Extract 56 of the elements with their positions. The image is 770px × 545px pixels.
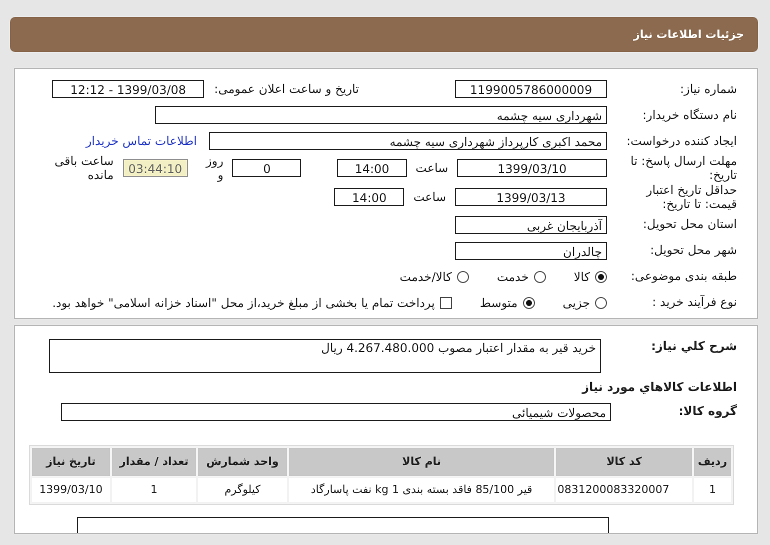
province-field: آذربایجان غربی bbox=[455, 216, 607, 234]
need-number-field: 1199005786000009 bbox=[455, 80, 607, 98]
announce-date-field: 1399/03/08 - 12:12 bbox=[52, 80, 204, 98]
radio-button[interactable] bbox=[456, 270, 469, 283]
column-header: واحد شمارش bbox=[198, 448, 287, 476]
radio-button[interactable] bbox=[595, 270, 607, 283]
checkbox[interactable] bbox=[440, 296, 452, 309]
field-label: ایجاد کننده درخواست: bbox=[625, 134, 737, 148]
radio-label: خدمت bbox=[496, 270, 529, 284]
field-label: استان محل تحویل: bbox=[642, 217, 737, 232]
field-label: مهلت ارسال پاسخ: تا تاریخ: bbox=[629, 154, 737, 183]
column-header: تاریخ نیاز bbox=[32, 448, 110, 476]
table-cell: 1399/03/10 bbox=[32, 478, 110, 502]
radio-button[interactable] bbox=[534, 270, 546, 283]
radio-button[interactable] bbox=[522, 296, 535, 309]
goods-group-field: محصولات شیمیائی bbox=[61, 402, 611, 421]
field-label: حداقل تاریخ اعتبار قیمت: تا تاریخ: bbox=[644, 182, 737, 212]
creator-field: محمد اکبری کارپرداز شهرداری سیه چشمه bbox=[209, 132, 607, 150]
radio-label: کالا bbox=[574, 270, 590, 284]
radio-label: متوسط bbox=[480, 296, 518, 310]
table-cell: کیلوگرم bbox=[198, 478, 287, 502]
field-label: نوع فرآیند خرید : bbox=[651, 295, 737, 310]
time-field: 14:00 bbox=[337, 159, 407, 178]
field-label: ساعت bbox=[414, 161, 450, 176]
date-field: 1399/03/10 bbox=[457, 159, 607, 178]
checkbox-label: پرداخت تمام یا بخشی از مبلغ خرید،از محل "اسناد خزانه اسلامی" خواهد بود. bbox=[52, 296, 435, 310]
field-label: شرح کلي نياز: bbox=[650, 338, 737, 353]
table-cell: 1 bbox=[694, 478, 731, 502]
table-cell: 0831200083320007 bbox=[556, 478, 692, 502]
column-header: تعداد / مقدار bbox=[112, 448, 196, 476]
field-label: ساعت bbox=[412, 190, 447, 204]
radio-label: کالا/خدمت bbox=[400, 270, 452, 284]
date-field: 1399/03/13 bbox=[455, 188, 607, 206]
table-cell: قیر 85/100 فاقد بسته بندی 1 kg نفت پاسارگاد bbox=[288, 478, 554, 502]
time-field: 14:00 bbox=[334, 188, 404, 206]
field-label: طبقه بندی موضوعی: bbox=[630, 269, 737, 284]
contact-link[interactable]: اطلاعات تماس خریدار bbox=[86, 134, 197, 148]
field-label: نام دستگاه خریدار: bbox=[642, 108, 737, 122]
column-header: نام کالا bbox=[288, 448, 554, 476]
buyer-field: شهرداری سیه چشمه bbox=[155, 106, 607, 124]
field-label: شماره نیاز: bbox=[679, 82, 737, 96]
field-label: تاریخ و ساعت اعلان عمومی: bbox=[214, 82, 359, 96]
page-title: جزئیات اطلاعات نیاز bbox=[634, 28, 744, 41]
days-field: 0 bbox=[232, 159, 302, 178]
countdown-field: 03:44:10 bbox=[122, 159, 188, 178]
section-heading: اطلاعات کالاهاي مورد نياز bbox=[582, 380, 737, 394]
description-field: خرید قیر به مقدار اعتبار مصوب 4.267.480.000 ریال bbox=[49, 338, 601, 373]
radio-button[interactable] bbox=[595, 296, 607, 309]
field-label: روز و bbox=[204, 154, 224, 182]
column-header: کد کالا bbox=[556, 448, 692, 476]
radio-label: جزیی bbox=[562, 296, 590, 310]
column-header: ردیف bbox=[694, 448, 731, 476]
table-cell: 1 bbox=[112, 478, 196, 502]
city-field: چالدران bbox=[455, 242, 607, 260]
field-label: ساعت باقی مانده bbox=[53, 154, 115, 182]
field-label: شهر محل تحویل: bbox=[649, 243, 737, 258]
